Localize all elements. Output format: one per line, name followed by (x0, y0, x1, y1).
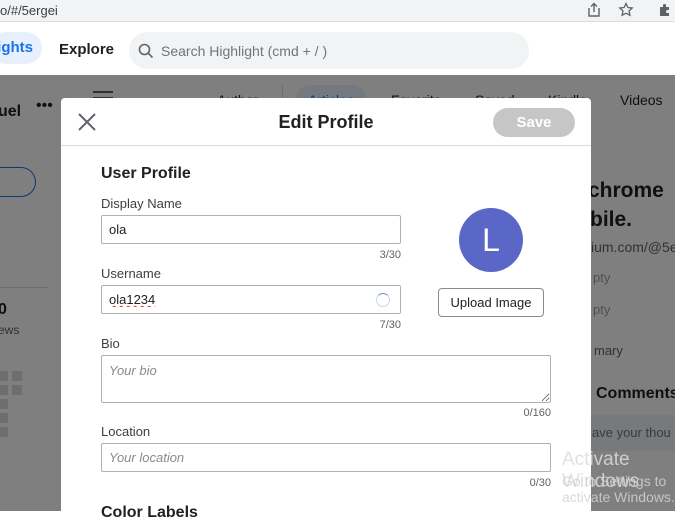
location-counter: 0/30 (529, 477, 551, 489)
location-field[interactable] (101, 443, 551, 472)
save-button[interactable]: Save (493, 108, 575, 137)
search-input[interactable] (161, 40, 511, 62)
username-counter: 7/30 (379, 319, 401, 331)
app-header: ights Explore (0, 23, 675, 75)
windows-watermark-line2: Go to Settings to activate Windows. (562, 473, 675, 505)
username-label: Username (101, 266, 161, 281)
bio-field[interactable] (101, 355, 551, 403)
section-title-color-labels: Color Labels (101, 504, 198, 521)
bio-counter: 0/160 (523, 407, 551, 419)
search-icon (138, 43, 154, 59)
display-name-counter: 3/30 (379, 249, 401, 261)
share-icon[interactable] (585, 2, 603, 20)
upload-image-button[interactable]: Upload Image (438, 288, 544, 317)
avatar: L (459, 208, 523, 272)
location-label: Location (101, 424, 151, 439)
loading-spinner-icon (376, 293, 390, 307)
display-name-input[interactable] (102, 216, 400, 243)
url-text[interactable]: o/#/5ergei (0, 3, 58, 18)
dialog-header: Edit Profile Save (61, 98, 591, 146)
browser-address-bar[interactable]: o/#/5ergei (0, 0, 675, 22)
display-name-label: Display Name (101, 196, 182, 211)
bio-label: Bio (101, 336, 120, 351)
username-input[interactable] (102, 286, 400, 313)
location-input[interactable] (102, 444, 550, 471)
section-title-user-profile: User Profile (101, 165, 191, 182)
bio-textarea[interactable] (102, 356, 550, 402)
star-icon[interactable] (617, 1, 635, 20)
display-name-field[interactable] (101, 215, 401, 244)
edit-profile-dialog: Edit Profile Save User Profile Display N… (61, 98, 591, 521)
nav-explore[interactable]: Explore (59, 41, 114, 58)
username-field[interactable] (101, 285, 401, 314)
search-bar[interactable] (129, 32, 529, 69)
extensions-icon[interactable] (656, 2, 674, 20)
nav-highlights[interactable]: ights (0, 32, 42, 64)
